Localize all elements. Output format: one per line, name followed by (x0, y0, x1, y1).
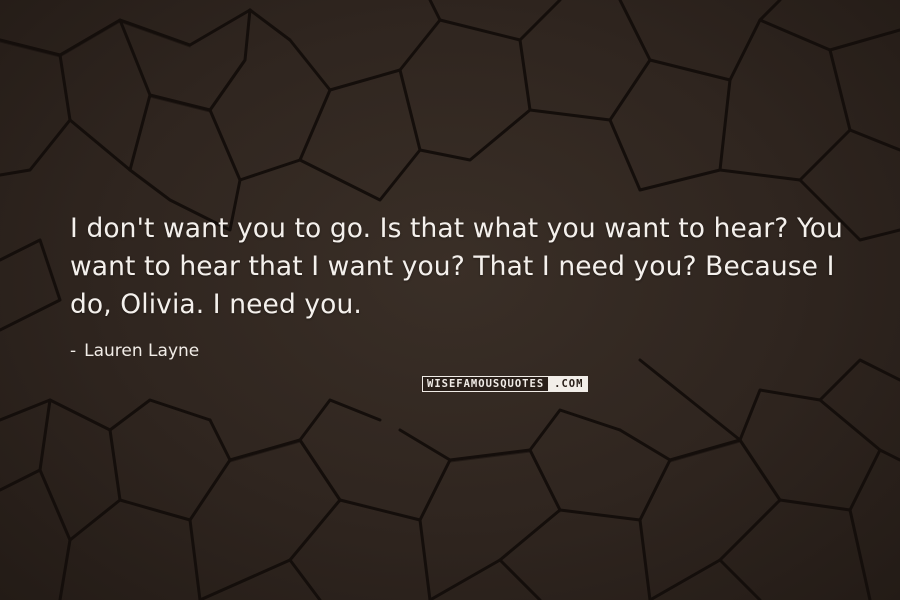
watermark-domain: .COM (549, 376, 589, 392)
quote-card: I don't want you to go. Is that what you… (0, 0, 900, 600)
watermark-brand: WISEFAMOUSQUOTES (422, 376, 550, 392)
quote-text: I don't want you to go. Is that what you… (70, 213, 843, 320)
author-name: Lauren Layne (84, 341, 200, 361)
watermark-logo: WISEFAMOUSQUOTES .COM (422, 376, 618, 392)
author-line: - Lauren Layne (70, 340, 199, 362)
author-dash: - (70, 341, 77, 361)
